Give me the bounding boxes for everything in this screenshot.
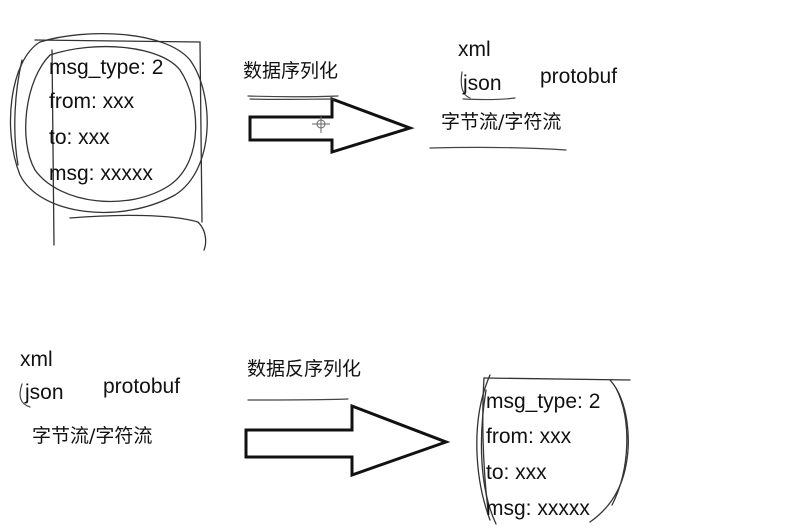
serialize-label: 数据序列化 (243, 60, 339, 82)
serialize-format-protobuf: protobuf (540, 65, 618, 88)
serialize-arrow (248, 96, 415, 155)
target-line-msg-type: msg_type: 2 (486, 390, 601, 413)
sketch-strokes (9, 32, 631, 525)
serialize-format-stream: 字节流/字符流 (441, 111, 562, 133)
target-line-to: to: xxx (486, 461, 547, 484)
serialize-format-json: json (463, 72, 502, 95)
source-line-to: to: xxx (49, 126, 110, 149)
target-line-msg: msg: xxxxx (486, 497, 590, 520)
deserialize-format-xml: xml (20, 348, 53, 371)
target-line-from: from: xxx (486, 425, 572, 448)
serialize-label-underline (247, 95, 339, 101)
deserialize-format-stream: 字节流/字符流 (32, 425, 153, 447)
deserialize-format-json: json (25, 381, 64, 404)
source-line-from: from: xxx (49, 90, 135, 113)
deserialize-arrow (244, 403, 451, 478)
deserialize-label: 数据反序列化 (247, 358, 362, 380)
source-line-msg: msg: xxxxx (49, 162, 153, 185)
serialize-format-xml: xml (458, 38, 491, 61)
source-line-msg-type: msg_type: 2 (49, 56, 164, 79)
deserialize-format-protobuf: protobuf (103, 375, 181, 398)
deserialize-label-underline (247, 398, 349, 401)
